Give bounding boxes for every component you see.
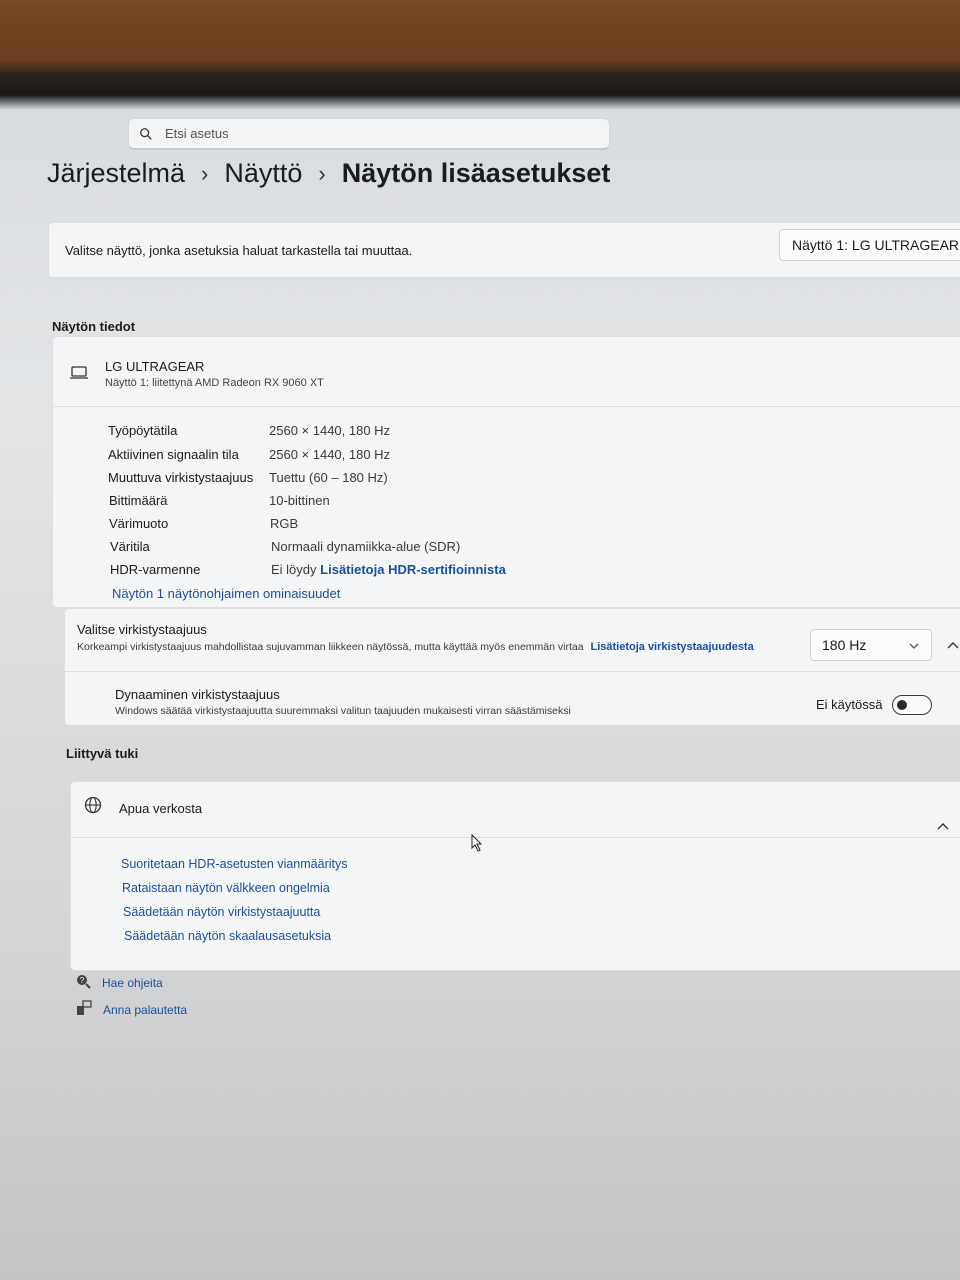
help-link-hdr-troubleshoot[interactable]: Suoritetaan HDR-asetusten vianmääritys	[121, 857, 348, 871]
search-placeholder: Etsi asetus	[165, 126, 229, 141]
display-select-prompt: Valitse näyttö, jonka asetuksia haluat t…	[65, 242, 413, 258]
chevron-down-icon	[909, 643, 919, 649]
prop-value-color-format: RGB	[270, 516, 299, 531]
related-support-heading: Liittyvä tuki	[66, 746, 139, 761]
hdr-cert-value: Ei löydy	[271, 562, 317, 577]
prop-label-vrr: Muuttuva virkistystaajuus	[108, 470, 254, 485]
help-link-refresh-rate[interactable]: Säädetään näytön virkistystaajuutta	[123, 905, 320, 919]
page-title: Näytön lisäasetukset	[341, 158, 611, 188]
svg-text:?: ?	[80, 976, 85, 985]
dynamic-refresh-title: Dynaaminen virkistystaajuus	[115, 687, 280, 702]
search-icon	[140, 127, 152, 140]
hdr-cert-link[interactable]: Lisätietoja HDR-sertifioinnista	[320, 562, 506, 577]
help-online-title: Apua verkosta	[119, 801, 203, 816]
prop-label-bit-depth: Bittimäärä	[109, 493, 168, 508]
monitor-header: LG ULTRAGEAR Näyttö 1: liitettynä AMD Ra…	[53, 337, 960, 407]
prop-label-hdr-cert: HDR-varmenne	[110, 562, 201, 577]
display-info-card: LG ULTRAGEAR Näyttö 1: liitettynä AMD Ra…	[52, 336, 960, 608]
prop-value-hdr-cert: Ei löydy Lisätietoja HDR-sertifioinnista	[271, 562, 506, 577]
help-online-header[interactable]: Apua verkosta	[71, 782, 960, 838]
refresh-rate-value: 180 Hz	[822, 637, 867, 653]
refresh-rate-title: Valitse virkistystaajuus	[77, 622, 207, 637]
feedback-icon	[77, 1000, 92, 1015]
chevron-right-icon: ›	[201, 160, 209, 186]
chevron-right-icon: ›	[318, 160, 326, 186]
help-link-flicker[interactable]: Rataistaan näytön välkkeen ongelmia	[122, 881, 330, 895]
settings-window: Etsi asetus Järjestelmä › Näyttö › Näytö…	[0, 108, 960, 1280]
adapter-properties-link[interactable]: Näytön 1 näytönohjaimen ominaisuudet	[112, 586, 340, 601]
dynamic-refresh-row	[65, 671, 960, 672]
monitor-subtitle: Näyttö 1: liitettynä AMD Radeon RX 9060 …	[105, 377, 324, 389]
related-support-card: Apua verkosta Suoritetaan HDR-asetusten …	[70, 781, 960, 971]
help-link-scaling[interactable]: Säädetään näytön skaalausasetuksia	[124, 929, 331, 943]
refresh-rate-dropdown[interactable]: 180 Hz	[810, 629, 932, 661]
prop-label-desktop-mode: Työpöytätila	[108, 423, 178, 438]
refresh-rate-description: Korkeampi virkistystaajuus mahdollistaa …	[77, 641, 754, 653]
breadcrumb: Järjestelmä › Näyttö › Näytön lisäasetuk…	[47, 158, 610, 189]
refresh-rate-desc-text: Korkeampi virkistystaajuus mahdollistaa …	[77, 641, 584, 653]
dynamic-refresh-toggle[interactable]	[892, 695, 932, 715]
chevron-up-icon[interactable]	[947, 641, 959, 649]
monitor-name: LG ULTRAGEAR	[105, 359, 205, 374]
prop-label-color-format: Värimuoto	[109, 516, 169, 531]
prop-value-desktop-mode: 2560 × 1440, 180 Hz	[269, 423, 391, 438]
chevron-up-icon[interactable]	[937, 822, 949, 830]
search-box[interactable]: Etsi asetus	[128, 118, 610, 150]
display-info-heading: Näytön tiedot	[52, 319, 136, 334]
globe-icon	[84, 796, 102, 814]
prop-label-color-space: Väritila	[110, 539, 150, 554]
laptop-icon	[70, 366, 88, 379]
get-help-link[interactable]: Hae ohjeita	[102, 976, 163, 990]
refresh-rate-card: Valitse virkistystaajuus Korkeampi virki…	[64, 608, 960, 726]
mouse-cursor-icon	[471, 834, 483, 852]
prop-label-active-signal: Aktiivinen signaalin tila	[108, 447, 239, 462]
feedback-link[interactable]: Anna palautetta	[103, 1003, 187, 1017]
prop-value-color-space: Normaali dynamiikka-alue (SDR)	[271, 539, 461, 554]
help-icon: ?	[77, 975, 91, 989]
display-select-card: Valitse näyttö, jonka asetuksia haluat t…	[48, 222, 960, 278]
breadcrumb-system[interactable]: Järjestelmä	[47, 158, 185, 189]
display-dropdown-value: Näyttö 1: LG ULTRAGEAR	[792, 237, 960, 253]
prop-value-bit-depth: 10-bittinen	[269, 493, 330, 508]
refresh-rate-info-link[interactable]: Lisätietoja virkistystaajuudesta	[590, 641, 753, 653]
prop-value-vrr: Tuettu (60 – 180 Hz)	[269, 470, 388, 485]
breadcrumb-display[interactable]: Näyttö	[224, 158, 302, 189]
display-dropdown[interactable]: Näyttö 1: LG ULTRAGEAR	[779, 229, 960, 261]
dynamic-refresh-state: Ei käytössä	[816, 697, 883, 712]
prop-value-active-signal: 2560 × 1440, 180 Hz	[269, 447, 391, 462]
dynamic-refresh-description: Windows säätää virkistystaajuutta suurem…	[115, 705, 571, 717]
